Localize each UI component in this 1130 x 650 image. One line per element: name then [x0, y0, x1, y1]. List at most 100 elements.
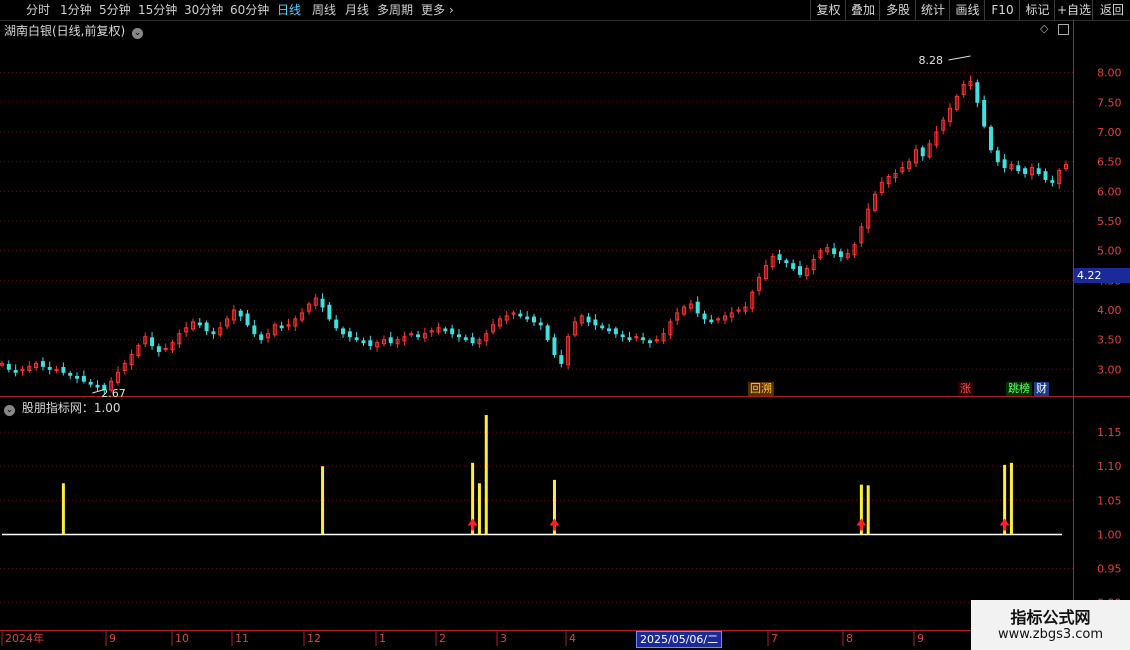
candle-body[interactable] — [1002, 159, 1007, 169]
candle-body[interactable] — [607, 328, 612, 332]
candle-body[interactable] — [702, 313, 707, 320]
candle-body[interactable] — [613, 328, 618, 335]
candle-body[interactable] — [995, 150, 1000, 163]
candle-body[interactable] — [988, 126, 993, 151]
diamond-icon[interactable]: ◇ — [1040, 22, 1048, 35]
candle-body[interactable] — [920, 147, 925, 157]
period-item-6[interactable]: 日线 — [277, 0, 301, 20]
candle-body[interactable] — [347, 331, 352, 338]
candle-body[interactable] — [832, 248, 837, 255]
toolbar-button-7[interactable]: +自选 — [1054, 0, 1093, 20]
candle-body[interactable] — [279, 325, 284, 329]
stock-title[interactable]: 湖南白银(日线,前复权) ⌄ — [4, 22, 144, 39]
candle-body[interactable] — [47, 367, 52, 370]
toolbar-button-2[interactable]: 多股 — [879, 0, 916, 20]
candle-body[interactable] — [463, 337, 468, 341]
candle-body[interactable] — [95, 384, 100, 388]
candle-body[interactable] — [620, 334, 625, 338]
rise-badge[interactable]: 涨 — [958, 382, 973, 396]
candle-body[interactable] — [61, 367, 66, 373]
candle-body[interactable] — [982, 100, 987, 127]
period-item-7[interactable]: 周线 — [312, 0, 336, 20]
candle-body[interactable] — [525, 316, 530, 320]
candle-body[interactable] — [798, 266, 802, 275]
candle-body[interactable] — [197, 322, 202, 326]
candle-body[interactable] — [552, 337, 557, 355]
candle-body[interactable] — [450, 328, 455, 335]
period-item-2[interactable]: 5分钟 — [99, 0, 131, 20]
candle-body[interactable] — [695, 301, 700, 314]
candle-body[interactable] — [600, 325, 605, 329]
indicator-title[interactable]: ⌄ 股朋指标网：1.00 — [4, 399, 121, 416]
candle-body[interactable] — [341, 328, 346, 335]
candle-body[interactable] — [388, 337, 393, 344]
candle-body[interactable] — [327, 304, 332, 320]
candle-body[interactable] — [518, 313, 523, 317]
candle-body[interactable] — [13, 369, 18, 373]
candle-body[interactable] — [456, 334, 461, 338]
toolbar-button-0[interactable]: 复权 — [810, 0, 846, 20]
period-item-4[interactable]: 30分钟 — [184, 0, 223, 20]
candle-body[interactable] — [204, 322, 209, 332]
candle-body[interactable] — [538, 322, 543, 326]
candle-body[interactable] — [238, 310, 243, 317]
candle-body[interactable] — [75, 375, 80, 379]
candle-body[interactable] — [784, 260, 789, 264]
candle-body[interactable] — [81, 375, 86, 382]
indicator-bar[interactable] — [866, 485, 870, 535]
kline-chart[interactable]: 3.003.504.004.505.005.506.006.507.007.50… — [0, 20, 1130, 650]
candle-body[interactable] — [416, 334, 421, 338]
candle-body[interactable] — [1043, 171, 1048, 180]
candle-body[interactable] — [838, 251, 843, 258]
candle-body[interactable] — [259, 334, 264, 341]
chevron-right-icon[interactable]: › — [449, 0, 454, 20]
candle-body[interactable] — [40, 361, 45, 367]
candle-body[interactable] — [211, 331, 216, 335]
indicator-bar[interactable] — [61, 483, 65, 535]
period-item-0[interactable]: 分时 — [26, 0, 50, 20]
maximize-icon[interactable] — [1057, 23, 1069, 35]
candle-body[interactable] — [1016, 165, 1021, 172]
candle-body[interactable] — [156, 346, 161, 352]
period-more[interactable]: 更多 — [421, 0, 445, 20]
period-item-8[interactable]: 月线 — [345, 0, 369, 20]
candle-body[interactable] — [1050, 180, 1055, 183]
candle-body[interactable] — [88, 381, 93, 385]
candle-body[interactable] — [443, 328, 448, 332]
candle-body[interactable] — [709, 319, 714, 323]
candle-body[interactable] — [777, 254, 782, 261]
toolbar-button-4[interactable]: 画线 — [949, 0, 985, 20]
candle-body[interactable] — [320, 298, 325, 308]
indicator-bar[interactable] — [484, 415, 488, 535]
toolbar-button-5[interactable]: F10 — [984, 0, 1020, 20]
candle-body[interactable] — [791, 263, 796, 269]
jump-list-badge[interactable]: 跳榜 — [1006, 382, 1032, 396]
candle-body[interactable] — [545, 325, 550, 341]
candle-body[interactable] — [150, 337, 155, 347]
indicator-bar[interactable] — [1009, 462, 1013, 535]
candle-body[interactable] — [368, 340, 373, 347]
backtrack-badge[interactable]: 回溯 — [748, 382, 774, 396]
candle-body[interactable] — [470, 337, 475, 344]
period-item-1[interactable]: 1分钟 — [60, 0, 92, 20]
candle-body[interactable] — [593, 319, 598, 326]
candle-body[interactable] — [68, 372, 73, 376]
chevron-down-icon[interactable]: ⌄ — [132, 28, 144, 39]
candle-body[interactable] — [975, 82, 980, 103]
toolbar-button-1[interactable]: 叠加 — [845, 0, 880, 20]
toolbar-button-8[interactable]: 返回 — [1092, 0, 1130, 20]
candle-body[interactable] — [641, 337, 646, 341]
candle-body[interactable] — [586, 316, 591, 323]
candle-body[interactable] — [1023, 168, 1028, 174]
candle-body[interactable] — [354, 337, 359, 341]
candle-body[interactable] — [1036, 168, 1041, 174]
finance-badge[interactable]: 财 — [1034, 382, 1049, 396]
candle-body[interactable] — [627, 337, 632, 341]
candle-body[interactable] — [334, 319, 339, 329]
candle-body[interactable] — [6, 364, 11, 370]
toolbar-button-6[interactable]: 标记 — [1019, 0, 1055, 20]
candle-body[interactable] — [361, 340, 366, 344]
candle-body[interactable] — [532, 316, 536, 323]
indicator-bar[interactable] — [321, 466, 325, 535]
candle-body[interactable] — [245, 313, 250, 326]
